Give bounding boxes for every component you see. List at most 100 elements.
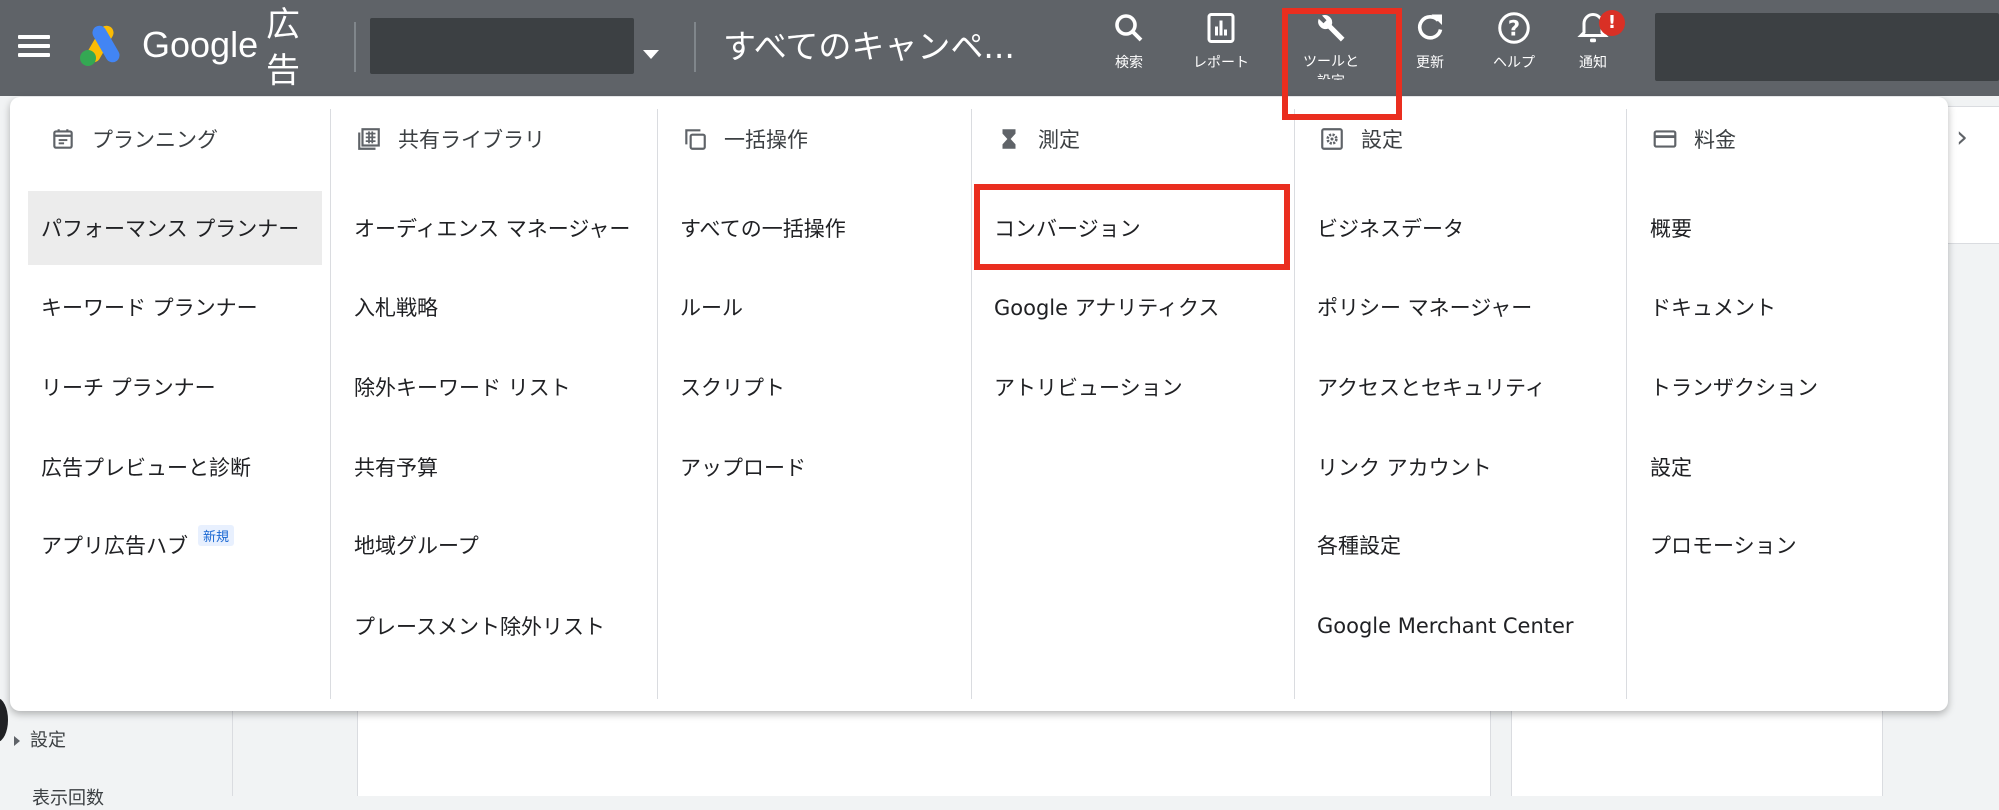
menu-item-business-data[interactable]: ビジネスデータ <box>1317 191 1464 265</box>
button-label: 通知 <box>1579 55 1607 71</box>
menu-item-label: 除外キーワード リスト <box>354 376 571 400</box>
menu-item-label: Google Merchant Center <box>1317 614 1574 638</box>
menu-item-conversions[interactable]: コンバージョン <box>994 191 1141 265</box>
search-button[interactable]: 検索 <box>1089 10 1169 72</box>
refresh-button[interactable]: 更新 <box>1390 10 1470 72</box>
column-title: 料金 <box>1694 128 1736 152</box>
svg-text:?: ? <box>1508 17 1520 41</box>
top-app-bar: Google 広告 すべてのキャンペ... 検索 レポート ツールと設定 更新 … <box>0 0 1999 96</box>
menu-column-shared-library: 共有ライブラリ オーディエンス マネージャー 入札戦略 除外キーワード リスト … <box>354 97 654 699</box>
copy-icon <box>680 124 710 154</box>
menu-item-billing-settings[interactable]: 設定 <box>1650 430 1692 504</box>
menu-column-planning: プランニング パフォーマンス プランナー キーワード プランナー リーチ プラン… <box>28 97 324 699</box>
notifications-button[interactable]: ! 通知 <box>1553 10 1633 72</box>
menu-item-label: コンバージョン <box>994 217 1141 241</box>
column-title: 測定 <box>1038 128 1080 152</box>
column-title: プランニング <box>92 128 218 152</box>
menu-item-label: アップロード <box>680 456 806 480</box>
google-ads-logo <box>80 25 120 66</box>
menu-item-label: ビジネスデータ <box>1317 217 1464 241</box>
divider <box>354 22 356 72</box>
column-header: 一括操作 <box>680 119 808 159</box>
menu-item-label: スクリプト <box>680 376 785 400</box>
menu-item-label: オーディエンス マネージャー <box>354 217 631 241</box>
search-icon <box>1115 14 1143 42</box>
sidebar-item-label: 表示回数 <box>32 788 104 809</box>
menu-item-performance-planner[interactable]: パフォーマンス プランナー <box>28 191 322 265</box>
menu-item-label: アクセスとセキュリティ <box>1317 376 1546 400</box>
menu-item-documents[interactable]: ドキュメント <box>1650 270 1776 344</box>
menu-item-attribution[interactable]: アトリビューション <box>994 350 1183 424</box>
menu-item-location-groups[interactable]: 地域グループ <box>354 508 479 582</box>
menu-item-summary[interactable]: 概要 <box>1650 191 1692 265</box>
menu-item-label: リーチ プランナー <box>41 376 216 400</box>
menu-icon[interactable] <box>14 30 54 66</box>
menu-item-label: ポリシー マネージャー <box>1317 296 1533 320</box>
menu-item-linked-accounts[interactable]: リンク アカウント <box>1317 430 1492 504</box>
menu-item-audience-manager[interactable]: オーディエンス マネージャー <box>354 191 630 265</box>
column-header: プランニング <box>48 119 218 159</box>
menu-item-label: アトリビューション <box>994 376 1183 400</box>
menu-item-keyword-planner[interactable]: キーワード プランナー <box>41 270 258 344</box>
menu-item-merchant-center[interactable]: Google Merchant Center <box>1317 589 1574 663</box>
menu-item-preferences[interactable]: 各種設定 <box>1317 508 1401 582</box>
reports-button[interactable]: レポート <box>1181 10 1261 72</box>
content-card <box>1511 700 1883 796</box>
refresh-icon <box>1418 14 1443 40</box>
account-info[interactable] <box>1655 13 1999 81</box>
divider <box>694 22 696 72</box>
menu-column-bulk-actions: 一括操作 すべての一括操作 ルール スクリプト アップロード <box>680 97 980 699</box>
chevron-right-icon[interactable]: › <box>1956 120 1968 155</box>
menu-item-label: ルール <box>680 296 743 320</box>
menu-item-reach-planner[interactable]: リーチ プランナー <box>41 350 216 424</box>
menu-item-negative-keyword-lists[interactable]: 除外キーワード リスト <box>354 350 571 424</box>
campaign-title[interactable]: すべてのキャンペ... <box>723 20 1015 68</box>
content-card <box>357 700 1491 796</box>
product-name: 広告 <box>266 5 300 91</box>
menu-item-bid-strategies[interactable]: 入札戦略 <box>354 270 438 344</box>
menu-item-transactions[interactable]: トランザクション <box>1650 350 1818 424</box>
column-title: 共有ライブラリ <box>398 128 545 152</box>
menu-item-google-analytics[interactable]: Google アナリティクス <box>994 270 1219 344</box>
menu-item-uploads[interactable]: アップロード <box>680 430 806 504</box>
menu-item-ad-preview[interactable]: 広告プレビューと診断 <box>41 430 251 504</box>
library-grid-icon <box>354 124 384 154</box>
menu-column-billing: 料金 概要 ドキュメント トランザクション 設定 プロモーション <box>1650 97 1930 699</box>
notification-badge: ! <box>1599 10 1625 36</box>
caret-down-icon[interactable] <box>643 50 659 59</box>
menu-item-label: プレースメント除外リスト <box>354 615 605 639</box>
brand-name: Google <box>142 24 259 65</box>
column-divider <box>330 109 331 699</box>
column-header: 測定 <box>994 119 1080 159</box>
menu-item-access-security[interactable]: アクセスとセキュリティ <box>1317 350 1546 424</box>
menu-item-scripts[interactable]: スクリプト <box>680 350 785 424</box>
column-title: 設定 <box>1361 128 1403 152</box>
menu-item-shared-budgets[interactable]: 共有予算 <box>354 430 438 504</box>
bar-chart-icon <box>1207 13 1235 43</box>
tools-settings-button[interactable]: ツールと設定 <box>1291 10 1371 80</box>
menu-item-label: トランザクション <box>1650 376 1818 400</box>
button-label: ヘルプ <box>1493 55 1535 71</box>
menu-item-label: 入札戦略 <box>354 296 438 320</box>
account-selector[interactable] <box>370 18 634 74</box>
menu-item-app-ad-hub[interactable]: アプリ広告ハブ 新規 <box>41 508 235 582</box>
help-button[interactable]: ? ヘルプ <box>1474 10 1554 72</box>
menu-item-all-bulk-actions[interactable]: すべての一括操作 <box>680 191 846 265</box>
menu-item-policy-manager[interactable]: ポリシー マネージャー <box>1317 270 1532 344</box>
menu-item-label: 設定 <box>1650 456 1692 480</box>
column-divider <box>1626 109 1627 699</box>
wrench-icon <box>1318 15 1345 42</box>
menu-item-placement-exclusion-lists[interactable]: プレースメント除外リスト <box>354 589 605 663</box>
new-badge: 新規 <box>198 524 235 546</box>
sidebar-item-settings[interactable]: 設定 <box>14 726 66 752</box>
menu-item-rules[interactable]: ルール <box>680 270 743 344</box>
menu-item-label: プロモーション <box>1650 534 1797 558</box>
menu-item-promotions[interactable]: プロモーション <box>1650 508 1797 582</box>
menu-item-label: 共有予算 <box>354 456 438 480</box>
menu-column-measurement: 測定 コンバージョン Google アナリティクス アトリビューション <box>994 97 1294 699</box>
button-label: 更新 <box>1416 55 1444 71</box>
menu-item-label: アプリ広告ハブ <box>41 534 188 558</box>
menu-item-label: 概要 <box>1650 217 1692 241</box>
sidebar-item-label: 設定 <box>30 730 66 751</box>
button-label: 検索 <box>1115 55 1143 71</box>
